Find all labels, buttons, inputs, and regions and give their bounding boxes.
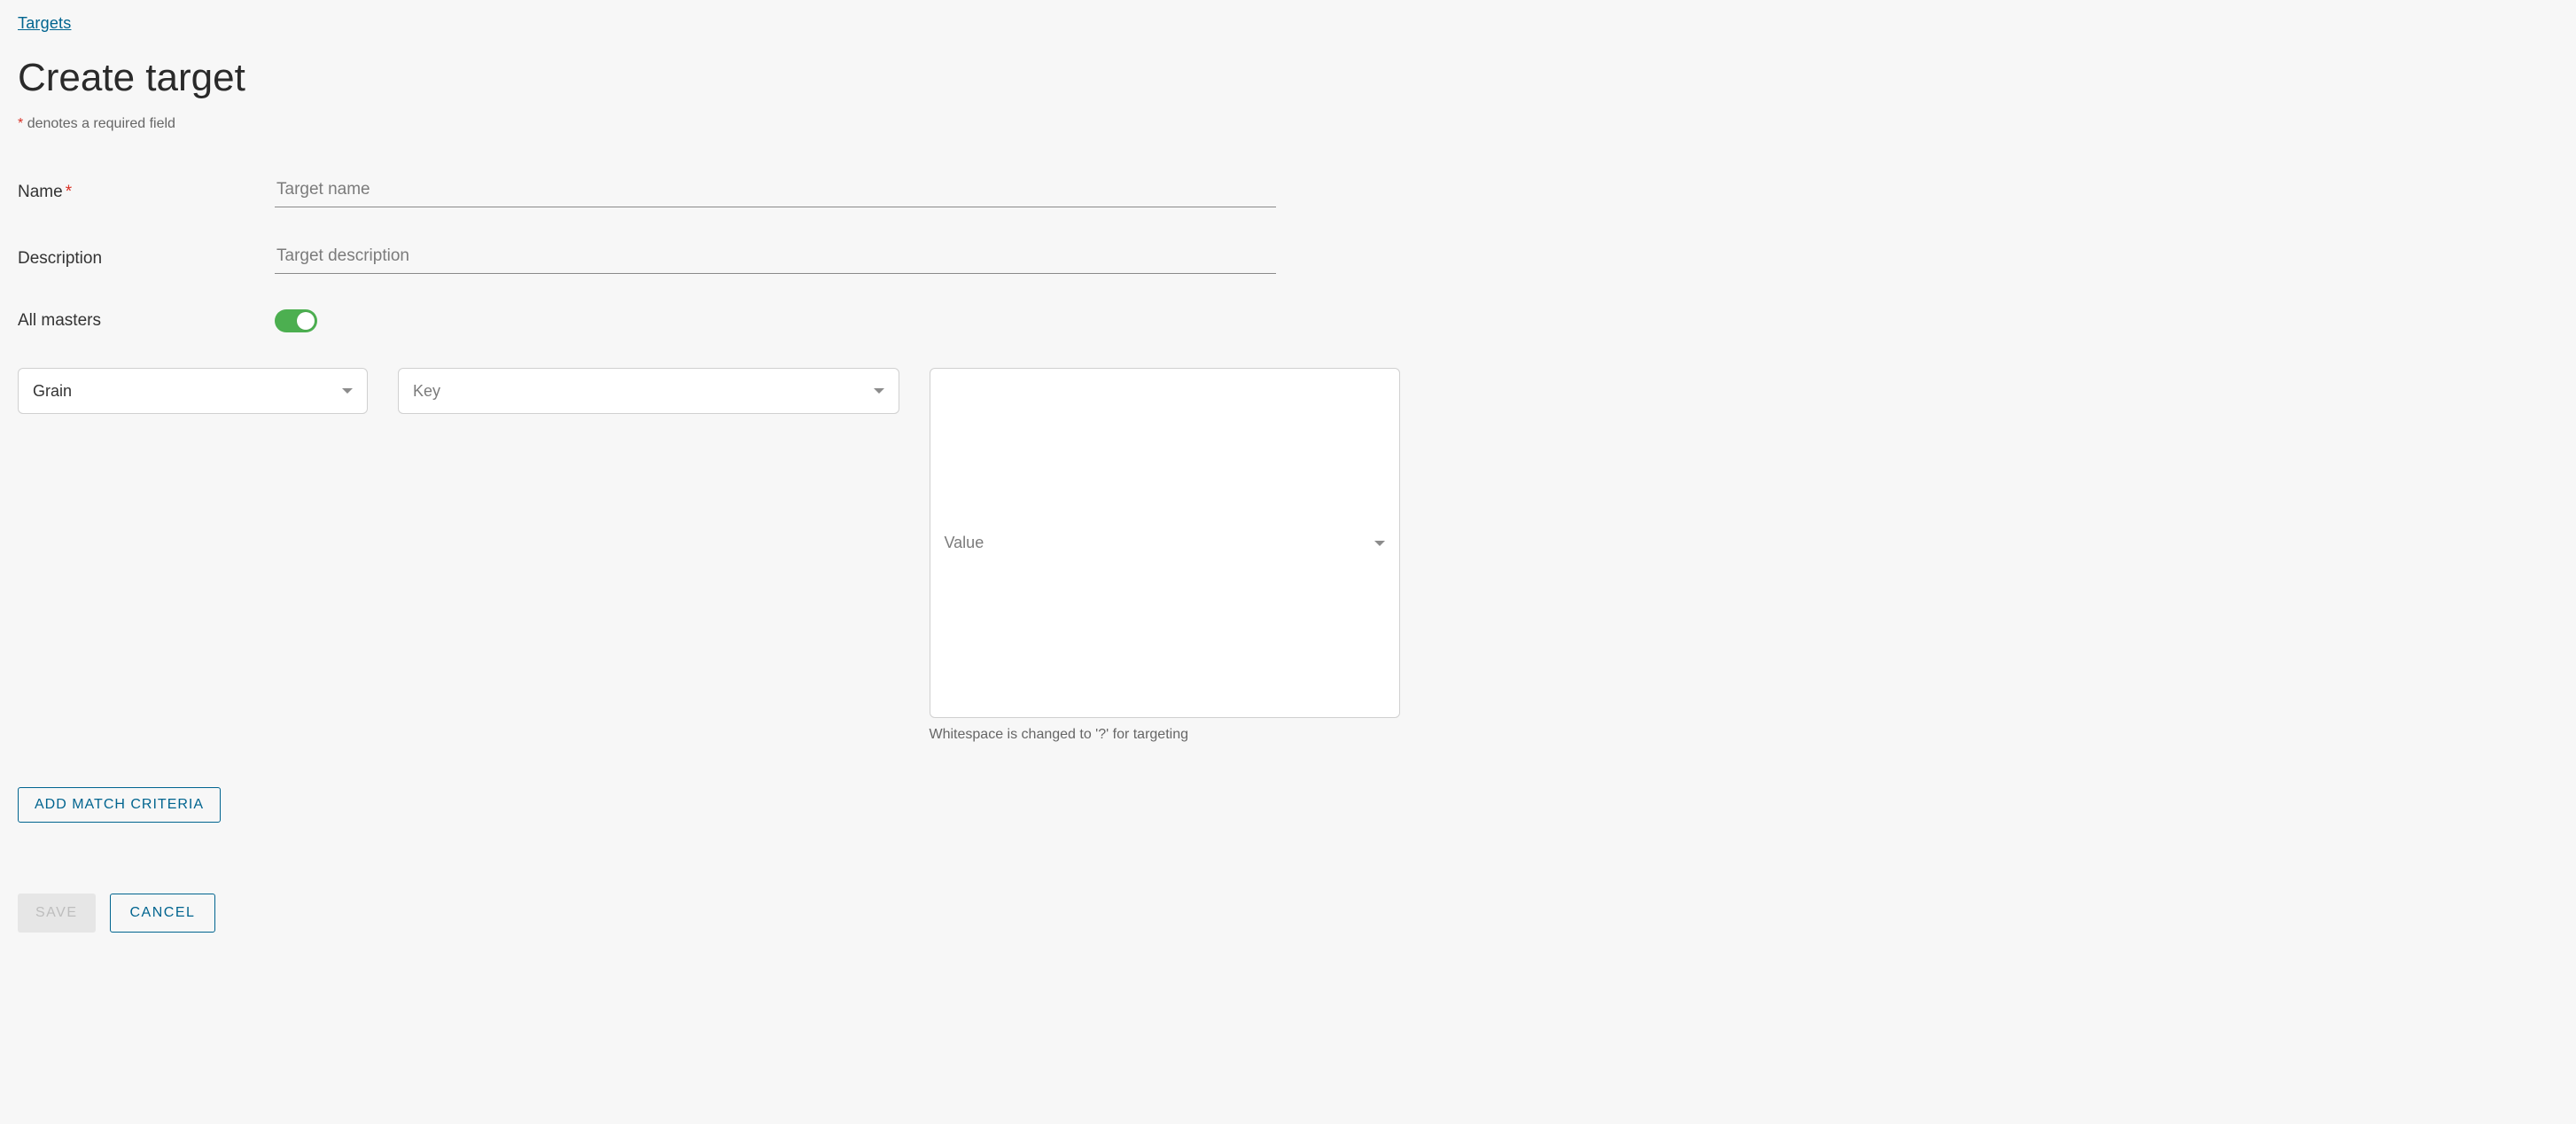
- criteria-type-select[interactable]: Grain: [18, 368, 368, 414]
- add-match-criteria-button[interactable]: ADD MATCH CRITERIA: [18, 787, 221, 823]
- criteria-key-select[interactable]: Key: [398, 368, 899, 414]
- name-label: Name*: [18, 183, 275, 202]
- name-input[interactable]: [275, 176, 1276, 207]
- criteria-value-placeholder: Value: [945, 534, 984, 552]
- chevron-down-icon: [1374, 541, 1385, 546]
- required-note-text: denotes a required field: [27, 116, 175, 131]
- cancel-button[interactable]: CANCEL: [110, 894, 216, 933]
- criteria-value-select[interactable]: Value: [930, 368, 1401, 718]
- breadcrumb-targets[interactable]: Targets: [18, 14, 71, 32]
- criteria-type-value: Grain: [33, 382, 72, 401]
- criteria-key-placeholder: Key: [413, 382, 440, 401]
- name-label-text: Name: [18, 183, 63, 201]
- toggle-knob: [297, 312, 315, 330]
- save-button: SAVE: [18, 894, 96, 933]
- all-masters-toggle[interactable]: [275, 309, 317, 332]
- chevron-down-icon: [342, 388, 353, 394]
- page-title: Create target: [18, 56, 2558, 100]
- asterisk-icon: *: [18, 116, 23, 131]
- criteria-value-helper: Whitespace is changed to '?' for targeti…: [930, 727, 1401, 743]
- chevron-down-icon: [874, 388, 884, 394]
- description-label: Description: [18, 249, 275, 269]
- required-note: * denotes a required field: [18, 116, 2558, 132]
- description-input[interactable]: [275, 243, 1276, 274]
- asterisk-icon: *: [66, 183, 72, 201]
- all-masters-label: All masters: [18, 311, 275, 331]
